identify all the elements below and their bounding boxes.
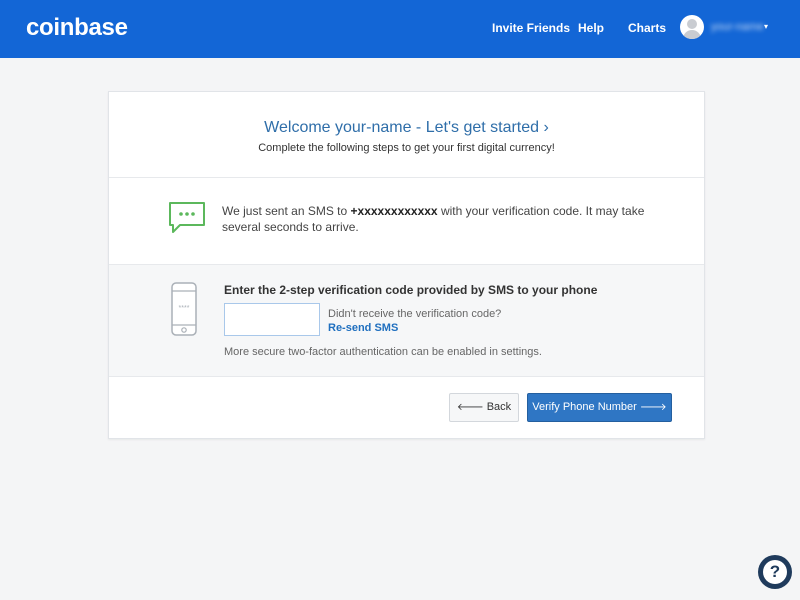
chevron-down-icon: ▾ [764, 22, 769, 31]
svg-text:****: **** [179, 305, 190, 312]
sms-chat-icon [169, 202, 205, 233]
coinbase-logo[interactable]: coinbase [26, 14, 128, 42]
nav-invite-friends[interactable]: Invite Friends [492, 21, 570, 35]
question-icon: ? [763, 560, 787, 584]
verification-code-label: Enter the 2-step verification code provi… [224, 283, 598, 297]
phone-icon: **** [171, 282, 197, 336]
back-button[interactable]: 🡐 Back [449, 393, 519, 422]
page-subtitle: Complete the following steps to get your… [258, 142, 555, 154]
arrow-left-icon: 🡐 [456, 402, 484, 413]
nav-help[interactable]: Help [578, 21, 604, 35]
welcome-section: Welcome your-name - Let's get started › … [109, 92, 704, 178]
phone-number: +xxxxxxxxxxxx [350, 204, 438, 218]
resend-sms-link[interactable]: Re-send SMS [328, 322, 398, 334]
help-widget-button[interactable]: ? [758, 555, 792, 589]
sms-sent-message: We just sent an SMS to +xxxxxxxxxxxx wit… [222, 204, 645, 234]
didnt-receive-text: Didn't receive the verification code? [328, 308, 502, 320]
username: your-name [711, 21, 764, 33]
verification-code-section: **** Enter the 2-step verification code … [109, 265, 704, 377]
sms-sent-section: We just sent an SMS to +xxxxxxxxxxxx wit… [109, 178, 704, 265]
avatar [680, 15, 704, 39]
two-factor-note: More secure two-factor authentication ca… [224, 346, 542, 358]
onboarding-card: Welcome your-name - Let's get started › … [108, 91, 705, 439]
user-menu[interactable]: your-name ▾ [680, 15, 774, 41]
verify-phone-button[interactable]: Verify Phone Number 🡒 [527, 393, 672, 422]
page-title: Welcome your-name - Let's get started › [264, 119, 549, 136]
top-navbar: coinbase Invite Friends Help Charts your… [0, 0, 800, 58]
verification-code-input[interactable] [224, 303, 320, 336]
arrow-right-icon: 🡒 [639, 402, 667, 413]
nav-charts[interactable]: Charts [628, 21, 666, 35]
